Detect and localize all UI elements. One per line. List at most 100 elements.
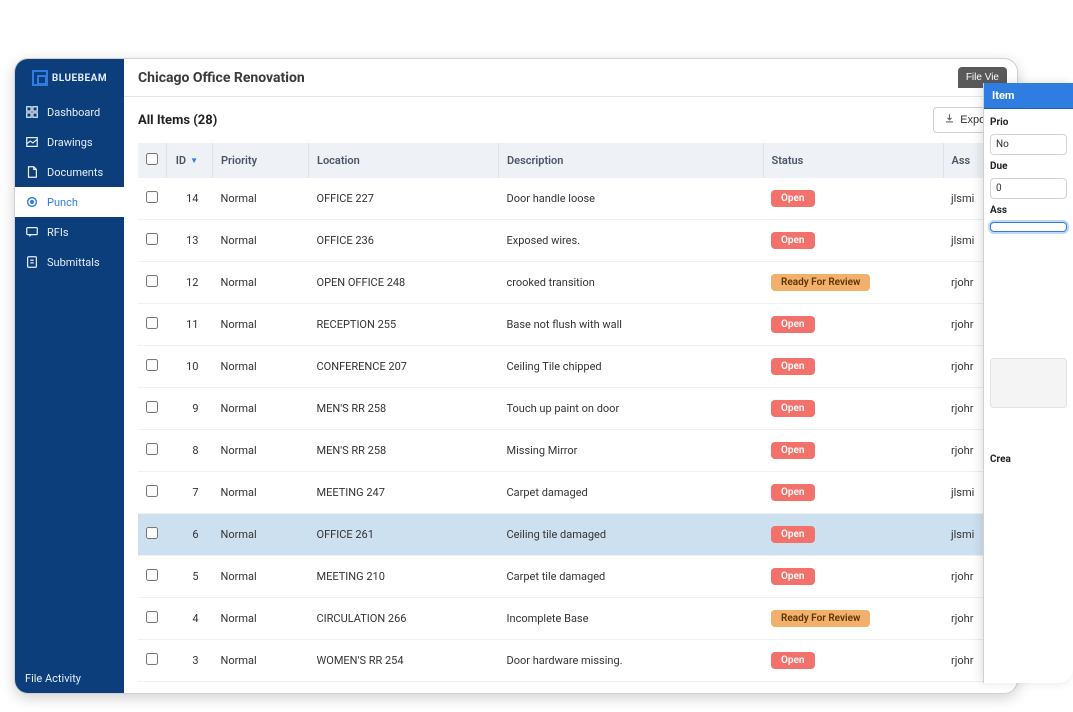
cell-status: Ready For Review — [763, 598, 943, 640]
sidebar-footer[interactable]: File Activity — [15, 664, 124, 693]
row-checkbox[interactable] — [146, 611, 158, 623]
chevron-down-icon: ▼ — [190, 156, 198, 165]
row-checkbox[interactable] — [146, 485, 158, 497]
panel-tab-item[interactable]: Item — [984, 83, 1073, 109]
col-header-status[interactable]: Status — [763, 143, 943, 178]
table-row[interactable]: 12NormalOPEN OFFICE 248crooked transitio… — [138, 262, 1003, 304]
cell-status: Open — [763, 430, 943, 472]
cell-status: Ready For Review — [763, 262, 943, 304]
attachment-block[interactable] — [990, 358, 1067, 408]
cell-description: Base not flush with wall — [499, 304, 764, 346]
cell-status: Open — [763, 178, 943, 220]
priority-select[interactable]: No — [990, 134, 1067, 155]
sidebar-item-label: Punch — [47, 196, 78, 209]
row-checkbox[interactable] — [146, 191, 158, 203]
status-badge: Open — [771, 568, 815, 585]
cell-description: Touch up paint on door — [499, 388, 764, 430]
cell-id: 9 — [167, 388, 213, 430]
cell-description: Ceiling tile damaged — [499, 514, 764, 556]
table-row[interactable]: 5NormalMEETING 210Carpet tile damagedOpe… — [138, 556, 1003, 598]
cell-description: Ceiling Tile chipped — [499, 346, 764, 388]
logo-icon — [32, 70, 48, 86]
col-header-id[interactable]: ID ▼ — [167, 143, 213, 178]
cell-status: Open — [763, 514, 943, 556]
cell-id: 11 — [167, 304, 213, 346]
app-frame: BLUEBEAM Dashboard Drawings Documents — [14, 58, 1018, 694]
cell-location: OPEN OFFICE 248 — [309, 262, 499, 304]
sidebar-item-label: Drawings — [47, 136, 93, 149]
row-checkbox[interactable] — [146, 527, 158, 539]
sidebar: BLUEBEAM Dashboard Drawings Documents — [15, 59, 124, 693]
cell-priority: Normal — [213, 598, 309, 640]
cell-priority: Normal — [213, 178, 309, 220]
sidebar-item-label: Dashboard — [47, 106, 100, 119]
table-row[interactable]: 11NormalRECEPTION 255Base not flush with… — [138, 304, 1003, 346]
table-row[interactable]: 8NormalMEN'S RR 258Missing MirrorOpenrjo… — [138, 430, 1003, 472]
table-row[interactable]: 6NormalOFFICE 261Ceiling tile damagedOpe… — [138, 514, 1003, 556]
sidebar-item-label: Submittals — [47, 256, 100, 269]
items-table: ID ▼ Priority Location Description Statu… — [138, 143, 1003, 682]
assignee-label: Ass — [990, 205, 1067, 216]
col-header-priority[interactable]: Priority — [213, 143, 309, 178]
table-body: 14NormalOFFICE 227Door handle looseOpenj… — [138, 178, 1003, 682]
row-checkbox[interactable] — [146, 443, 158, 455]
cell-priority: Normal — [213, 640, 309, 682]
table-wrap[interactable]: ID ▼ Priority Location Description Statu… — [124, 143, 1017, 693]
cell-description: Carpet damaged — [499, 472, 764, 514]
select-all-checkbox[interactable] — [146, 153, 158, 165]
status-badge: Open — [771, 526, 815, 543]
drawings-icon — [25, 135, 39, 149]
sidebar-item-submittals[interactable]: Submittals — [15, 247, 124, 277]
row-checkbox[interactable] — [146, 569, 158, 581]
cell-description: Incomplete Base — [499, 598, 764, 640]
table-row[interactable]: 7NormalMEETING 247Carpet damagedOpenjlsm… — [138, 472, 1003, 514]
cell-priority: Normal — [213, 472, 309, 514]
sidebar-item-documents[interactable]: Documents — [15, 157, 124, 187]
row-checkbox[interactable] — [146, 233, 158, 245]
table-row[interactable]: 13NormalOFFICE 236Exposed wires.Openjlsm… — [138, 220, 1003, 262]
col-header-description[interactable]: Description — [499, 143, 764, 178]
assignee-input[interactable] — [990, 222, 1067, 232]
cell-status: Open — [763, 640, 943, 682]
row-checkbox[interactable] — [146, 275, 158, 287]
cell-location: OFFICE 236 — [309, 220, 499, 262]
cell-location: RECEPTION 255 — [309, 304, 499, 346]
sidebar-item-drawings[interactable]: Drawings — [15, 127, 124, 157]
cell-id: 4 — [167, 598, 213, 640]
cell-id: 3 — [167, 640, 213, 682]
table-row[interactable]: 9NormalMEN'S RR 258Touch up paint on doo… — [138, 388, 1003, 430]
sidebar-item-dashboard[interactable]: Dashboard — [15, 97, 124, 127]
cell-location: MEETING 210 — [309, 556, 499, 598]
row-checkbox[interactable] — [146, 317, 158, 329]
cell-id: 14 — [167, 178, 213, 220]
cell-id: 13 — [167, 220, 213, 262]
col-label: ID — [176, 154, 186, 167]
col-header-checkbox[interactable] — [138, 143, 167, 178]
cell-priority: Normal — [213, 556, 309, 598]
cell-status: Open — [763, 346, 943, 388]
cell-priority: Normal — [213, 262, 309, 304]
row-checkbox[interactable] — [146, 653, 158, 665]
created-label: Crea — [990, 454, 1067, 465]
table-row[interactable]: 4NormalCIRCULATION 266Incomplete BaseRea… — [138, 598, 1003, 640]
cell-status: Open — [763, 304, 943, 346]
row-checkbox[interactable] — [146, 359, 158, 371]
table-row[interactable]: 10NormalCONFERENCE 207Ceiling Tile chipp… — [138, 346, 1003, 388]
documents-icon — [25, 165, 39, 179]
status-badge: Open — [771, 358, 815, 375]
cell-id: 6 — [167, 514, 213, 556]
col-header-location[interactable]: Location — [309, 143, 499, 178]
header: Chicago Office Renovation File Vie — [124, 59, 1017, 97]
cell-description: crooked transition — [499, 262, 764, 304]
due-label: Due — [990, 161, 1067, 172]
cell-id: 8 — [167, 430, 213, 472]
table-row[interactable]: 3NormalWOMEN'S RR 254Door hardware missi… — [138, 640, 1003, 682]
table-row[interactable]: 14NormalOFFICE 227Door handle looseOpenj… — [138, 178, 1003, 220]
sidebar-item-rfis[interactable]: RFIs — [15, 217, 124, 247]
sidebar-item-label: RFIs — [47, 226, 69, 239]
submittals-icon — [25, 255, 39, 269]
cell-location: WOMEN'S RR 254 — [309, 640, 499, 682]
row-checkbox[interactable] — [146, 401, 158, 413]
sidebar-item-punch[interactable]: Punch — [15, 187, 124, 217]
due-input[interactable]: 0 — [990, 178, 1067, 199]
